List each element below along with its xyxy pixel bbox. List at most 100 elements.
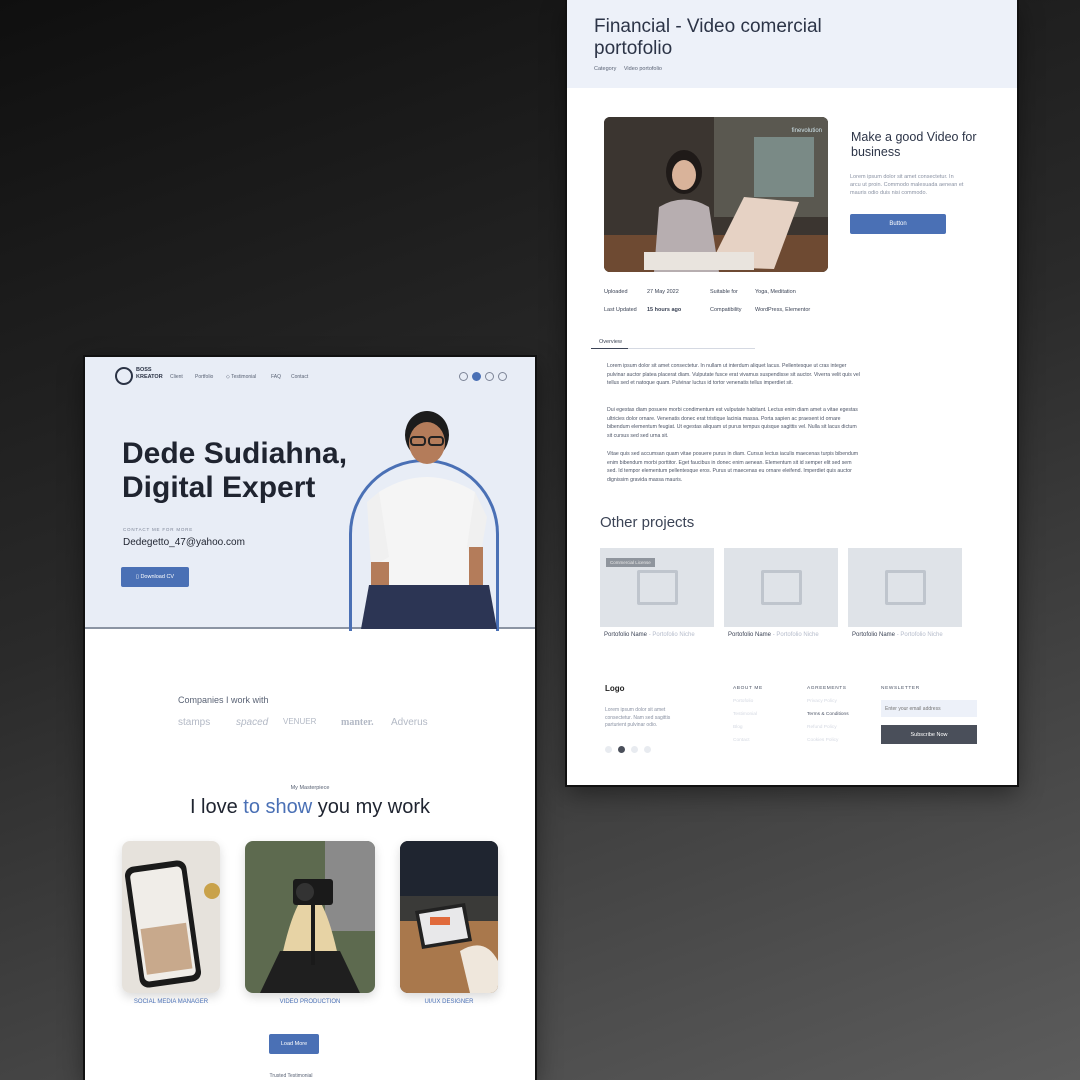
meta-uploaded-value: 27 May 2022 bbox=[647, 289, 679, 295]
load-more-button[interactable]: Load More bbox=[269, 1034, 319, 1054]
dribbble-icon[interactable] bbox=[498, 372, 507, 381]
newsletter-email-input[interactable] bbox=[881, 700, 977, 717]
footer-agreements-heading: AGREEMENTS bbox=[807, 686, 847, 691]
hero-video-image[interactable]: finevolution bbox=[604, 117, 828, 272]
nav-testimonial-label: Testimonial bbox=[231, 374, 257, 380]
hero-section: BOSS KREATOR Client Portfolio ◇ Testimon… bbox=[85, 357, 535, 631]
hero-name: Dede Sudiahna, Digital Expert bbox=[122, 437, 348, 504]
download-cv-button[interactable]: ▯ Download CV bbox=[121, 567, 189, 587]
work-label[interactable]: UI/UX DESIGNER bbox=[400, 999, 498, 1005]
subscribe-button[interactable]: Subscribe Now bbox=[881, 725, 977, 744]
footer-link[interactable]: Privacy Policy bbox=[807, 699, 837, 704]
twitter-icon[interactable] bbox=[605, 746, 612, 753]
logo-icon[interactable] bbox=[115, 367, 133, 385]
side-title: Make a good Video for business bbox=[851, 130, 977, 159]
nav-testimonial[interactable]: ◇ Testimonial bbox=[226, 374, 256, 380]
footer-logo[interactable]: Logo bbox=[605, 684, 625, 693]
image-placeholder-icon bbox=[761, 570, 802, 605]
meta-suitable-label: Suitable for bbox=[710, 289, 738, 295]
primary-button[interactable]: Button bbox=[850, 214, 946, 234]
footer-link[interactable]: Testimonial bbox=[733, 712, 757, 717]
portfolio-landing-page: BOSS KREATOR Client Portfolio ◇ Testimon… bbox=[85, 357, 535, 1080]
project-niche: - Portofolio Niche bbox=[648, 632, 695, 638]
company-logo: spaced bbox=[236, 717, 269, 728]
project-niche: - Portofolio Niche bbox=[896, 632, 943, 638]
footer-link[interactable]: Contact bbox=[733, 738, 750, 743]
project-caption[interactable]: Portofolio Name - Portofolio Niche bbox=[852, 632, 943, 638]
phone-photo bbox=[122, 841, 220, 993]
company-logo: stamps bbox=[178, 717, 211, 728]
project-caption[interactable]: Portofolio Name - Portofolio Niche bbox=[728, 632, 819, 638]
woman-laptop-photo bbox=[604, 117, 828, 272]
contact-label: CONTACT ME FOR MORE bbox=[123, 527, 194, 532]
contact-email[interactable]: Dedegetto_47@yahoo.com bbox=[123, 537, 245, 548]
license-tag: Commercial License bbox=[606, 558, 655, 567]
footer-link[interactable]: Cookies Policy bbox=[807, 738, 838, 743]
masterpiece-label: My Masterpiece bbox=[290, 785, 330, 791]
company-logo: manter. bbox=[341, 717, 374, 728]
work-headline: I love to show you my work bbox=[85, 796, 535, 819]
twitter-icon[interactable] bbox=[459, 372, 468, 381]
detail-header: Financial - Video comercial portofolio C… bbox=[567, 0, 1017, 88]
laptop-photo bbox=[400, 841, 498, 993]
side-description: Lorem ipsum dolor sit amet consectetur. … bbox=[850, 174, 964, 196]
camera-photo bbox=[245, 841, 375, 993]
company-logo: Adverus bbox=[391, 717, 428, 728]
work-card-social[interactable] bbox=[122, 841, 220, 993]
headline-highlight: to show bbox=[243, 796, 313, 818]
nav-contact[interactable]: Contact bbox=[291, 374, 308, 380]
portrait-photo bbox=[361, 411, 497, 629]
footer-description: Lorem ipsum dolor sit amet consectetur. … bbox=[605, 707, 671, 728]
image-placeholder-icon bbox=[885, 570, 926, 605]
breadcrumb-current[interactable]: Video portofolio bbox=[624, 66, 662, 72]
overview-paragraph: Vitae quis sed accumsan quam vitae posue… bbox=[607, 451, 859, 483]
project-name: Portofolio Name bbox=[604, 632, 648, 638]
image-placeholder-icon bbox=[637, 570, 678, 605]
headline-part: you my work bbox=[312, 796, 431, 818]
trusted-testimonial-label: Trusted Testimonial bbox=[269, 1073, 313, 1079]
project-card[interactable] bbox=[724, 548, 838, 627]
companies-title: Companies I work with bbox=[178, 695, 269, 705]
footer-link[interactable]: Portofolio bbox=[733, 699, 753, 704]
tab-overview[interactable]: Overview bbox=[591, 339, 755, 349]
instagram-icon[interactable] bbox=[485, 372, 494, 381]
download-cv-label: Download CV bbox=[140, 574, 175, 580]
project-name: Portofolio Name bbox=[728, 632, 772, 638]
project-card[interactable] bbox=[848, 548, 962, 627]
work-label[interactable]: SOCIAL MEDIA MANAGER bbox=[122, 999, 220, 1005]
other-projects-title: Other projects bbox=[600, 514, 695, 531]
nav-faq[interactable]: FAQ bbox=[271, 374, 281, 380]
dribbble-icon[interactable] bbox=[644, 746, 651, 753]
instagram-icon[interactable] bbox=[631, 746, 638, 753]
breadcrumb-category[interactable]: Category bbox=[594, 66, 616, 72]
tab-overview-label: Overview bbox=[591, 339, 628, 349]
breadcrumb: Category Video portofolio bbox=[594, 66, 668, 72]
meta-uploaded-label: Uploaded bbox=[604, 289, 628, 295]
facebook-icon[interactable] bbox=[472, 372, 481, 381]
page-title: Financial - Video comercial portofolio bbox=[594, 16, 822, 59]
project-detail-page: Financial - Video comercial portofolio C… bbox=[567, 0, 1017, 785]
meta-suitable-value: Yoga, Meditation bbox=[755, 289, 796, 295]
facebook-icon[interactable] bbox=[618, 746, 625, 753]
meta-compat-label: Compatibility bbox=[710, 307, 742, 313]
work-label[interactable]: VIDEO PRODUCTION bbox=[245, 999, 375, 1005]
footer-link[interactable]: Terms & Conditions bbox=[807, 712, 849, 717]
meta-updated-label: Last Updated bbox=[604, 307, 637, 313]
brand-watermark: finevolution bbox=[791, 128, 822, 134]
logo-text[interactable]: BOSS KREATOR bbox=[136, 367, 163, 380]
project-card[interactable]: Commercial License bbox=[600, 548, 714, 627]
project-caption[interactable]: Portofolio Name - Portofolio Niche bbox=[604, 632, 695, 638]
nav-portfolio[interactable]: Portfolio bbox=[195, 374, 213, 380]
nav-client[interactable]: Client bbox=[170, 374, 183, 380]
footer-newsletter-heading: NEWSLETTER bbox=[881, 686, 920, 691]
headline-part: I love bbox=[189, 796, 244, 818]
footer-link[interactable]: Blog bbox=[733, 725, 743, 730]
meta-compat-value: WordPress, Elementor bbox=[755, 307, 811, 313]
footer-link[interactable]: Refund Policy bbox=[807, 725, 837, 730]
project-niche: - Portofolio Niche bbox=[772, 632, 819, 638]
footer-about-heading: ABOUT ME bbox=[733, 686, 763, 691]
meta-updated-value: 15 hours ago bbox=[647, 307, 682, 313]
overview-paragraph: Lorem ipsum dolor sit amet consectetur. … bbox=[607, 363, 860, 386]
work-card-video[interactable] bbox=[245, 841, 375, 993]
work-card-uiux[interactable] bbox=[400, 841, 498, 993]
